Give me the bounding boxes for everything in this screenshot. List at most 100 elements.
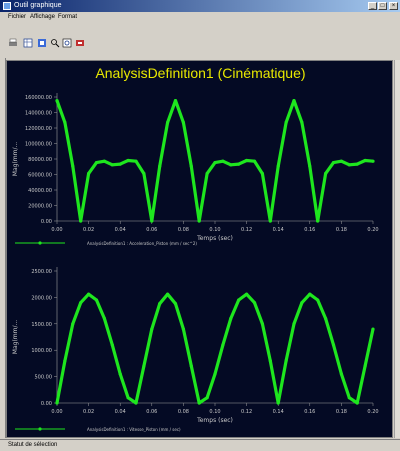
chart1-data-point — [221, 159, 225, 163]
menu-format[interactable]: Format — [58, 12, 77, 23]
chart1-data-point — [347, 163, 351, 167]
chart1-data-point — [355, 162, 359, 166]
close-button[interactable]: × — [389, 2, 398, 10]
chart1-y-tick-label: 0.00 — [41, 219, 52, 225]
chart1-x-tick-label: 0.12 — [241, 227, 252, 233]
chart2-legend-marker — [38, 427, 42, 431]
chart1-y-tick-label: 20000.00 — [28, 204, 52, 210]
chart2-data-point — [94, 298, 99, 302]
chart1-data-point — [300, 120, 304, 125]
chart1-data-point — [260, 171, 264, 176]
chart2-data-point — [197, 401, 201, 405]
chart2-data-point — [355, 401, 359, 405]
chart2-data-point — [339, 372, 343, 376]
chart1-data-point — [55, 99, 59, 103]
chart1-x-tick-label: 0.08 — [178, 227, 189, 233]
chart1-y-tick-label: 100000.00 — [25, 142, 52, 148]
chart1-data-point — [268, 219, 272, 223]
chart2-data-point — [331, 343, 336, 347]
chart1-data-point — [173, 99, 178, 103]
chart2-y-tick-label: 2000.00 — [31, 295, 52, 301]
chart2-data-point — [308, 292, 312, 296]
chart1-data-point — [284, 120, 288, 125]
chart1-data-point — [166, 120, 170, 125]
chart1-data-point — [126, 158, 130, 163]
chart2-data-point — [260, 322, 264, 326]
chart2-x-tick-label: 0.02 — [83, 409, 94, 415]
plot-area: 0.00 20000.00 40000.00 60000.00 80000.00 1000… — [12, 93, 379, 432]
settings-icon[interactable] — [75, 38, 85, 48]
chart1-data-point — [118, 162, 122, 166]
print-icon[interactable] — [8, 38, 18, 48]
chart1-data-point — [237, 162, 241, 166]
chart1-legend-marker — [38, 241, 42, 245]
chart1-y-axis-label: Mag(mm/... — [12, 142, 19, 177]
toolbar — [0, 30, 400, 54]
status-text: Statut de sélection — [8, 442, 58, 448]
chart1-x-tick-label: 0.06 — [146, 227, 157, 233]
chart-panel: AnalysisDefinition1 (Cinématique) 0.00 20… — [6, 60, 393, 438]
vertical-scrollbar[interactable] — [394, 60, 400, 438]
chart1-data-point — [158, 164, 162, 168]
chart2-data-point — [213, 372, 217, 376]
menu-bar: Fichier Affichage Format — [0, 12, 400, 23]
chart2-data-point — [292, 322, 296, 326]
chart1-data-point — [252, 159, 257, 163]
chart2-data-point — [63, 359, 67, 363]
chart2-data-point — [268, 359, 272, 363]
chart1-data-point — [324, 171, 328, 176]
chart2-data-point — [102, 316, 106, 321]
chart2-y-tick-label: 1000.00 — [31, 348, 52, 354]
chart2-x-tick-label: 0.08 — [178, 409, 189, 415]
chart2-data-point — [245, 292, 249, 296]
chart1-x-tick-label: 0.02 — [83, 227, 94, 233]
window-title: Outil graphique — [14, 2, 62, 9]
chart1-x-tick-label: 0.00 — [51, 227, 62, 233]
chart1-x-tick-label: 0.14 — [273, 227, 284, 233]
chart1-y-tick-label: 120000.00 — [25, 126, 52, 132]
menu-fichier[interactable]: Fichier — [8, 12, 26, 23]
chart2-x-tick-label: 0.10 — [209, 409, 220, 415]
chart2-data-point — [221, 343, 225, 347]
chart1-data-point — [292, 99, 296, 103]
chart2-data-point — [284, 359, 288, 363]
chart1-data-point — [229, 163, 233, 167]
chart1-x-tick-label: 0.18 — [336, 227, 347, 233]
zoom-icon[interactable] — [50, 38, 60, 48]
chart1-y-tick-label: 60000.00 — [28, 173, 52, 179]
chart1-data-point — [363, 158, 367, 163]
chart2-data-point — [110, 343, 114, 347]
minimize-button[interactable]: _ — [368, 2, 377, 10]
chart1-data-point — [71, 164, 75, 168]
chart2-data-point — [173, 302, 178, 306]
fit-icon[interactable] — [62, 38, 72, 48]
chart1-legend-label: AnalysisDefinition1 : Acceleration_Pisto… — [87, 241, 197, 246]
chart2-y-tick-label: 2500.00 — [31, 269, 52, 275]
chart1-x-tick-label: 0.04 — [115, 227, 126, 233]
chart1-data-point — [331, 161, 336, 165]
menu-affichage[interactable]: Affichage — [30, 12, 55, 23]
chart2-data-point — [205, 396, 209, 400]
chart2-data-point — [158, 302, 162, 306]
chart2-data-point — [316, 298, 320, 302]
chart2-data-point — [347, 396, 351, 400]
chart1-data-point — [371, 159, 375, 163]
chart2-x-tick-label: 0.20 — [367, 409, 378, 415]
chart1-data-point — [110, 163, 114, 167]
chart1-data-point — [205, 171, 209, 176]
export-icon[interactable] — [37, 38, 47, 48]
chart1-data-point — [150, 219, 154, 223]
chart2-data-point — [142, 364, 146, 368]
chart2-x-axis-label: Temps (sec) — [196, 417, 233, 424]
chart1-data-point — [316, 219, 320, 223]
chart2-data-point — [166, 292, 170, 296]
chart1-data-point — [276, 164, 280, 168]
chart1-data-point — [63, 120, 67, 125]
maximize-button[interactable]: □ — [378, 2, 387, 10]
chart2-data-point — [371, 327, 375, 331]
table-icon[interactable] — [23, 38, 33, 48]
chart1-x-axis-label: Temps (sec) — [196, 235, 233, 242]
chart2-data-point — [126, 396, 130, 400]
chart2-y-tick-label: 0.00 — [41, 401, 52, 407]
status-bar: Statut de sélection — [0, 439, 400, 451]
